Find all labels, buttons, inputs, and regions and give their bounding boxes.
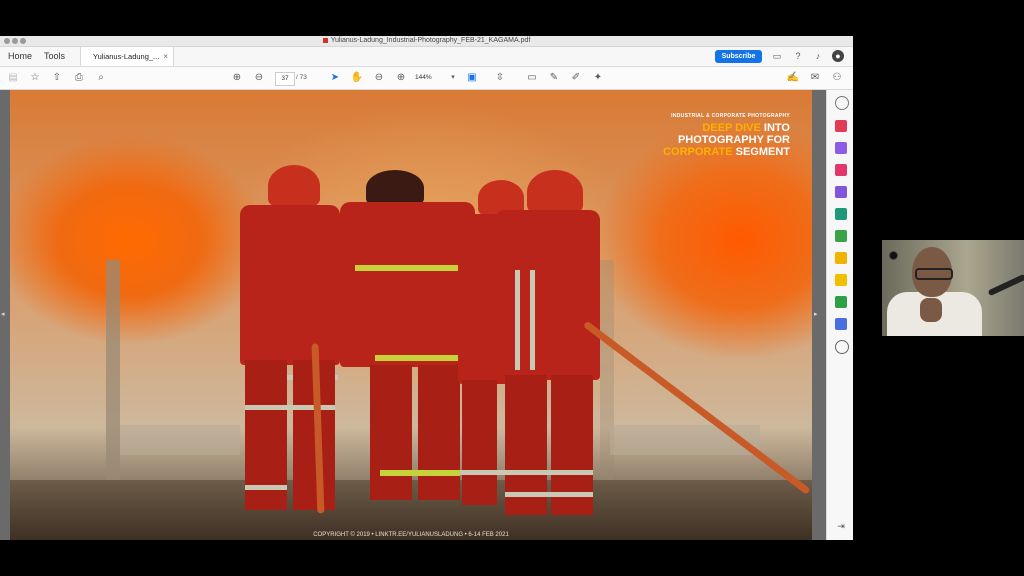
page-fit-icon[interactable]: ▣ <box>465 71 479 85</box>
protect-icon[interactable] <box>835 318 847 330</box>
page-number-input[interactable]: 37 <box>275 72 295 86</box>
close-tab-icon[interactable]: × <box>163 47 168 66</box>
microphone-arm <box>987 273 1024 297</box>
menu-bar: Home Tools Yulianus-Ladung_... × Subscri… <box>0 47 853 67</box>
scroll-right-arrow-icon[interactable]: ▸ <box>814 310 818 318</box>
slide-headline: INDUSTRIAL & CORPORATE PHOTOGRAPHY DEEP … <box>663 113 790 158</box>
background-rail <box>120 425 240 455</box>
share-email-icon[interactable]: ✉ <box>808 71 822 85</box>
webcam-indicator <box>889 251 898 260</box>
scroll-mode-icon[interactable]: ⇳ <box>493 71 507 85</box>
zoom-out-icon[interactable]: ⊖ <box>372 71 386 85</box>
zoom-in-icon[interactable]: ⊕ <box>394 71 408 85</box>
document-tab-label: Yulianus-Ladung_... <box>93 52 160 61</box>
organize-pages-icon[interactable] <box>835 164 847 176</box>
firefighter <box>230 165 350 520</box>
firefighters-photo: INDUSTRIAL & CORPORATE PHOTOGRAPHY DEEP … <box>10 90 812 540</box>
copyright-footer: COPYRIGHT © 2019 • LINKTR.EE/YULIANUSLAD… <box>313 532 509 538</box>
subscribe-button[interactable]: Subscribe <box>715 50 762 63</box>
firefighter <box>485 170 615 525</box>
webcam-presenter-video <box>882 240 1024 336</box>
edit-pdf-icon[interactable] <box>835 186 847 198</box>
share-user-icon[interactable]: ⚇ <box>830 71 844 85</box>
help-icon[interactable]: ? <box>792 50 804 62</box>
comment-panel-icon[interactable] <box>835 252 847 264</box>
notification-bell-icon[interactable]: ♪ <box>812 50 824 62</box>
page-total: / 73 <box>296 74 307 81</box>
save-icon[interactable]: ▤ <box>6 71 20 85</box>
document-viewport[interactable]: INDUSTRIAL & CORPORATE PHOTOGRAPHY DEEP … <box>0 90 826 540</box>
upload-cloud-icon[interactable]: ⇧ <box>50 71 64 85</box>
fill-sign-icon[interactable]: ✍ <box>786 71 800 85</box>
presenter-hand <box>920 298 942 322</box>
print-icon[interactable]: ⎙ <box>72 71 86 85</box>
background-post <box>106 260 120 480</box>
more-tools-icon[interactable] <box>835 340 849 354</box>
print-production-icon[interactable] <box>835 296 847 308</box>
export-pdf-icon[interactable] <box>835 120 847 132</box>
pdf-file-icon <box>322 37 328 43</box>
account-avatar[interactable]: ● <box>832 50 844 62</box>
acrobat-window: Yulianus-Ladung_Industrial-Photography_F… <box>0 36 853 540</box>
chevron-down-icon[interactable]: ▾ <box>446 71 460 85</box>
scroll-left-arrow-icon[interactable]: ◂ <box>1 310 5 318</box>
tools-menu[interactable]: Tools <box>44 47 65 66</box>
hand-tool-icon[interactable]: ✋ <box>350 71 364 85</box>
compress-icon[interactable] <box>835 230 847 242</box>
select-cursor-icon[interactable]: ➤ <box>328 71 342 85</box>
title-bar: Yulianus-Ladung_Industrial-Photography_F… <box>0 36 853 47</box>
stamp-icon[interactable]: ✦ <box>591 71 605 85</box>
comment-icon[interactable]: ▭ <box>771 50 783 62</box>
presenter-glasses <box>915 268 953 280</box>
previous-page-icon[interactable]: ⊕ <box>230 71 244 85</box>
draw-icon[interactable]: ✐ <box>569 71 583 85</box>
tools-right-panel: ⇥ <box>826 90 853 540</box>
window-title: Yulianus-Ladung_Industrial-Photography_F… <box>0 36 853 46</box>
create-pdf-icon[interactable] <box>835 142 847 154</box>
collapse-panel-icon[interactable]: ⇥ <box>835 520 847 532</box>
stamp-panel-icon[interactable] <box>835 274 847 286</box>
search-icon[interactable] <box>835 96 849 110</box>
highlight-pen-icon[interactable]: ✎ <box>547 71 561 85</box>
bookmark-star-icon[interactable]: ☆ <box>28 71 42 85</box>
toolbar: ▤ ☆ ⇧ ⎙ ⌕ ⊕ ⊖ 37 / 73 ➤ ✋ ⊖ ⊕ 144% ▾ ▣ ⇳… <box>0 67 853 90</box>
fill-sign-panel-icon[interactable] <box>835 208 847 220</box>
add-comment-icon[interactable]: ▭ <box>525 71 539 85</box>
next-page-icon[interactable]: ⊖ <box>252 71 266 85</box>
document-tab[interactable]: Yulianus-Ladung_... × <box>80 47 174 66</box>
zoom-search-icon[interactable]: ⌕ <box>94 71 108 85</box>
home-menu[interactable]: Home <box>8 47 32 66</box>
fire-hose <box>582 320 811 495</box>
